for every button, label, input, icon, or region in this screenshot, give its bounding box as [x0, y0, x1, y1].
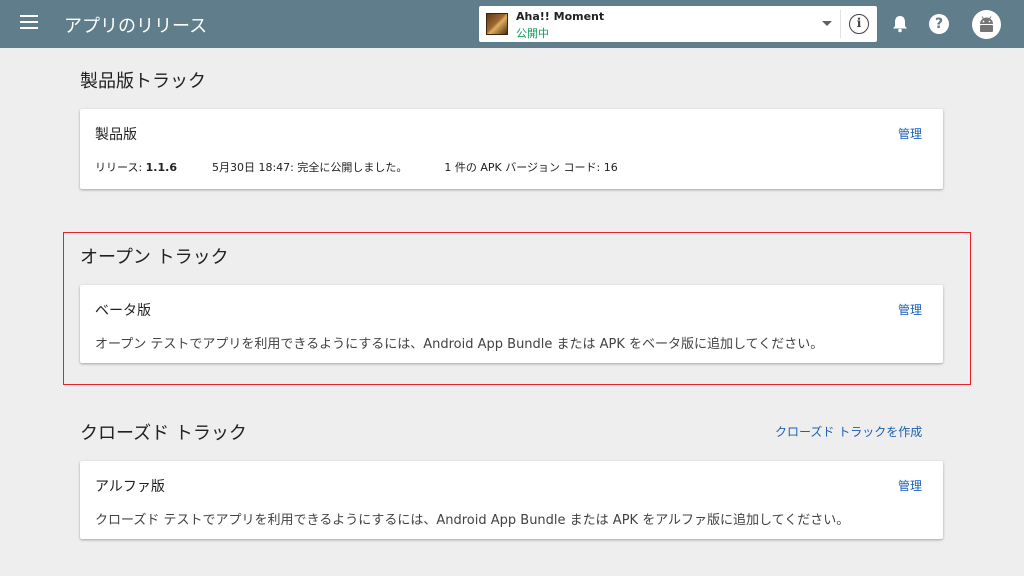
alpha-description: クローズド テストでアプリを利用できるようにするには、Android App B…: [95, 513, 850, 528]
production-card-title: 製品版: [95, 127, 137, 143]
hamburger-menu-icon[interactable]: [20, 15, 38, 33]
beta-card: ベータ版 管理 オープン テストでアプリを利用できるようにするには、Androi…: [80, 285, 943, 363]
release-prefix: リリース:: [95, 161, 146, 174]
android-robot-icon: [980, 16, 993, 32]
beta-card-title: ベータ版: [95, 303, 151, 319]
divider: [840, 10, 841, 38]
alpha-manage-link[interactable]: 管理: [898, 477, 922, 494]
open-track-title: オープン トラック: [80, 247, 229, 268]
avatar[interactable]: [972, 10, 1001, 39]
app-status: 公開中: [516, 27, 549, 40]
beta-description: オープン テストでアプリを利用できるようにするには、Android App Bu…: [95, 337, 824, 352]
app-name: Aha!! Moment: [516, 10, 605, 23]
chevron-down-icon[interactable]: [822, 21, 832, 26]
release-version: 1.1.6: [145, 161, 177, 174]
top-app-bar: アプリのリリース Aha!! Moment 公開中 i ?: [0, 0, 1024, 48]
production-manage-link[interactable]: 管理: [898, 125, 922, 142]
beta-manage-link[interactable]: 管理: [898, 301, 922, 318]
alpha-card-title: アルファ版: [95, 479, 165, 495]
production-card: 製品版 管理 リリース: 1.1.6 5月30日 18:47: 完全に公開しまし…: [80, 109, 943, 189]
apk-info: 1 件の APK バージョン コード: 16: [444, 161, 618, 174]
app-icon: [486, 13, 508, 35]
release-info-row: リリース: 1.1.6 5月30日 18:47: 完全に公開しました。 1 件の…: [95, 159, 618, 175]
app-selector-dropdown[interactable]: Aha!! Moment 公開中 i: [479, 6, 877, 42]
release-date: 5月30日 18:47: 完全に公開しました。: [211, 161, 408, 174]
production-track-title: 製品版トラック: [80, 71, 206, 92]
closed-track-title: クローズド トラック: [80, 423, 247, 444]
notification-bell-icon[interactable]: [890, 14, 910, 34]
info-icon[interactable]: i: [849, 14, 869, 34]
alpha-card: アルファ版 管理 クローズド テストでアプリを利用できるようにするには、Andr…: [80, 461, 943, 539]
help-icon[interactable]: ?: [929, 14, 949, 34]
create-closed-track-link[interactable]: クローズド トラックを作成: [775, 423, 922, 440]
page-title: アプリのリリース: [64, 16, 208, 37]
